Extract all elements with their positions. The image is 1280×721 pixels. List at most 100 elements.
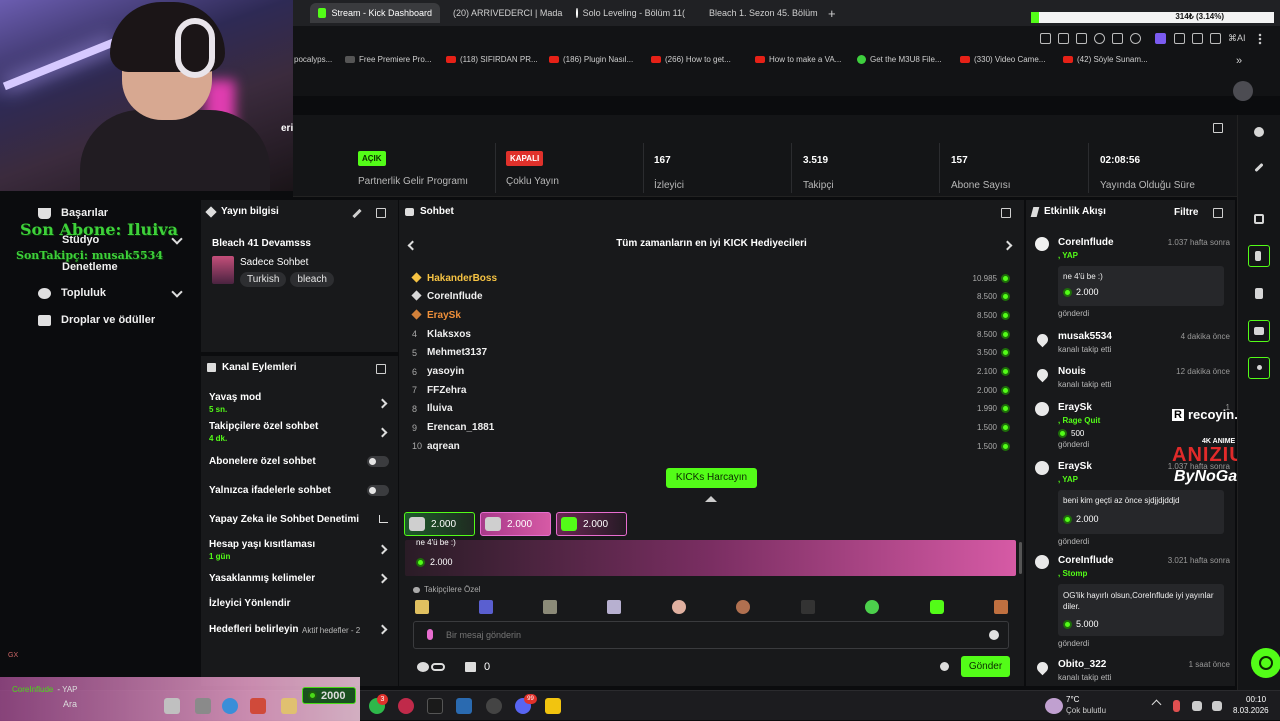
help-button[interactable] xyxy=(1251,648,1280,678)
chart-icon[interactable] xyxy=(379,515,388,523)
emote[interactable] xyxy=(415,600,429,614)
action-followers-only[interactable]: Takipçilere özel sohbet 4 dk. xyxy=(209,421,389,443)
menu-icon[interactable] xyxy=(1258,33,1262,45)
bookmark-item[interactable]: (118) SIFIRDAN PR... xyxy=(446,55,538,64)
file-explorer-icon[interactable] xyxy=(195,698,211,714)
bookmark-item[interactable]: (42) Söyle Sunam... xyxy=(1063,55,1148,64)
chat-message-input[interactable] xyxy=(446,627,966,643)
extension-icon[interactable] xyxy=(1155,33,1166,44)
nav-moderation[interactable]: Denetleme xyxy=(62,261,118,273)
chat-button[interactable] xyxy=(1248,320,1270,342)
shield-icon[interactable] xyxy=(1094,33,1105,44)
emote[interactable] xyxy=(607,600,621,614)
emote[interactable] xyxy=(736,600,750,614)
scan-icon[interactable] xyxy=(1254,214,1264,224)
emote[interactable] xyxy=(543,600,557,614)
spend-kicks-button[interactable]: KICKs Harcayın xyxy=(666,468,757,488)
action-slow-mode[interactable]: Yavaş mod 5 sn. xyxy=(209,392,389,414)
bookmark-item[interactable]: (330) Video Came... xyxy=(960,55,1045,64)
leaderboard-row[interactable]: 6 yasoyin 2.100 xyxy=(412,363,1010,381)
gear-icon[interactable] xyxy=(940,662,949,671)
tab-kick-dashboard[interactable]: Stream - Kick Dashboard xyxy=(310,3,440,23)
quick-action-button[interactable] xyxy=(1248,245,1270,267)
nav-community[interactable]: Topluluk xyxy=(38,287,106,299)
filter-button[interactable]: Filtre xyxy=(1174,207,1198,218)
leaderboard-row[interactable]: 10 aqrean 1.500 xyxy=(412,437,1010,455)
collapse-icon[interactable] xyxy=(705,496,717,502)
tab-bleach[interactable]: Bleach 1. Sezon 45. Bölüm xyxy=(696,3,821,23)
leaderboard-row[interactable]: 8 Iluiva 1.990 xyxy=(412,400,1010,418)
popout-icon[interactable] xyxy=(376,364,386,374)
screenshot-icon[interactable] xyxy=(1076,33,1087,44)
popout-icon[interactable] xyxy=(1001,208,1011,218)
volume-icon[interactable] xyxy=(1212,701,1222,711)
roblox-icon[interactable] xyxy=(427,698,443,714)
popout-icon[interactable] xyxy=(376,208,386,218)
emoji-icon[interactable] xyxy=(989,630,999,640)
edge-icon[interactable] xyxy=(222,698,238,714)
send-button[interactable]: Gönder xyxy=(961,656,1010,677)
new-tab-button[interactable]: + xyxy=(820,3,844,23)
action-ai-moderation[interactable]: Yapay Zeka ile Sohbet Denetimi xyxy=(209,514,389,525)
gift-chip[interactable]: 2.000 xyxy=(480,512,551,536)
action-banned-words[interactable]: Yasaklanmış kelimeler xyxy=(209,573,389,584)
download-icon[interactable] xyxy=(1210,33,1221,44)
bookmark-icon[interactable] xyxy=(1112,33,1123,44)
pencil-icon[interactable] xyxy=(1254,162,1264,173)
extension-icon[interactable] xyxy=(1058,33,1069,44)
leaderboard-row[interactable]: 9 Erencan_1881 1.500 xyxy=(412,419,1010,437)
chevron-up-icon[interactable] xyxy=(1151,699,1162,710)
weather-icon[interactable] xyxy=(1045,698,1063,714)
store-icon[interactable] xyxy=(465,662,476,672)
edit-icon[interactable] xyxy=(352,208,362,219)
emote[interactable] xyxy=(801,600,815,614)
scrollbar[interactable] xyxy=(1019,542,1022,574)
gift-chip[interactable]: 2.000 xyxy=(404,512,475,536)
emote[interactable] xyxy=(930,600,944,614)
tab-arrivederci[interactable]: (20) ARRIVEDERCI | Mada xyxy=(440,3,565,23)
leaderboard-row[interactable]: 7 FFZehra 2.000 xyxy=(412,381,1010,399)
action-account-age[interactable]: Hesap yaşı kısıtlaması 1 gün xyxy=(209,539,389,561)
app-icon[interactable] xyxy=(486,698,502,714)
emote[interactable] xyxy=(479,600,493,614)
info-icon[interactable] xyxy=(1254,127,1264,137)
app-icon[interactable] xyxy=(164,698,180,714)
nav-drops-rewards[interactable]: Droplar ve ödüller xyxy=(38,314,155,326)
leaderboard-row[interactable]: EraySk 8.500 xyxy=(411,306,1010,324)
broadcast-button[interactable] xyxy=(1248,357,1270,379)
bookmark-item[interactable]: (266) How to get... xyxy=(651,55,731,64)
bookmarks-overflow-button[interactable]: » xyxy=(1236,55,1242,67)
emote[interactable] xyxy=(672,600,686,614)
microphone-icon[interactable] xyxy=(1173,700,1180,712)
leaderboard-row[interactable]: HakanderBoss 10.985 xyxy=(411,269,1010,287)
microphone-icon[interactable] xyxy=(427,629,433,640)
bookmark-item[interactable]: Get the M3U8 File... xyxy=(857,55,942,64)
opera-gx-icon[interactable] xyxy=(398,698,414,714)
steam-icon[interactable] xyxy=(456,698,472,714)
nav-achievements[interactable]: Başarılar xyxy=(38,207,108,219)
leaderboard-row[interactable]: 5 Mehmet3137 3.500 xyxy=(412,344,1010,362)
gift-chip[interactable]: 2.000 xyxy=(556,512,627,536)
popout-icon[interactable] xyxy=(1213,123,1223,133)
bookmark-item[interactable]: Free Premiere Pro... xyxy=(345,55,431,64)
extension-icon[interactable] xyxy=(1040,33,1051,44)
emote[interactable] xyxy=(994,600,1008,614)
extension-icon[interactable] xyxy=(1192,33,1203,44)
emotes-only-toggle[interactable] xyxy=(367,485,389,496)
bookmark-item[interactable]: pocalyps... xyxy=(294,55,332,64)
subscribers-only-toggle[interactable] xyxy=(367,456,389,467)
app-icon[interactable] xyxy=(281,698,297,714)
heart-icon[interactable] xyxy=(1130,33,1141,44)
tab-solo-leveling[interactable]: Solo Leveling - Bölüm 11( xyxy=(568,3,693,23)
network-icon[interactable] xyxy=(1192,701,1202,711)
taskbar-search[interactable]: Ara xyxy=(63,699,77,709)
popout-icon[interactable] xyxy=(1213,208,1223,218)
bookmark-item[interactable]: (186) Plugin Nasıl... xyxy=(549,55,633,64)
app-icon[interactable] xyxy=(250,698,266,714)
extension-icon[interactable] xyxy=(1174,33,1185,44)
action-goals[interactable]: Hedefleri belirleyin xyxy=(209,624,389,635)
ai-icon[interactable]: ⌘AI xyxy=(1228,33,1248,44)
kicks-icon[interactable] xyxy=(417,662,429,672)
notes-icon[interactable] xyxy=(545,698,561,714)
document-icon[interactable] xyxy=(1255,288,1263,299)
